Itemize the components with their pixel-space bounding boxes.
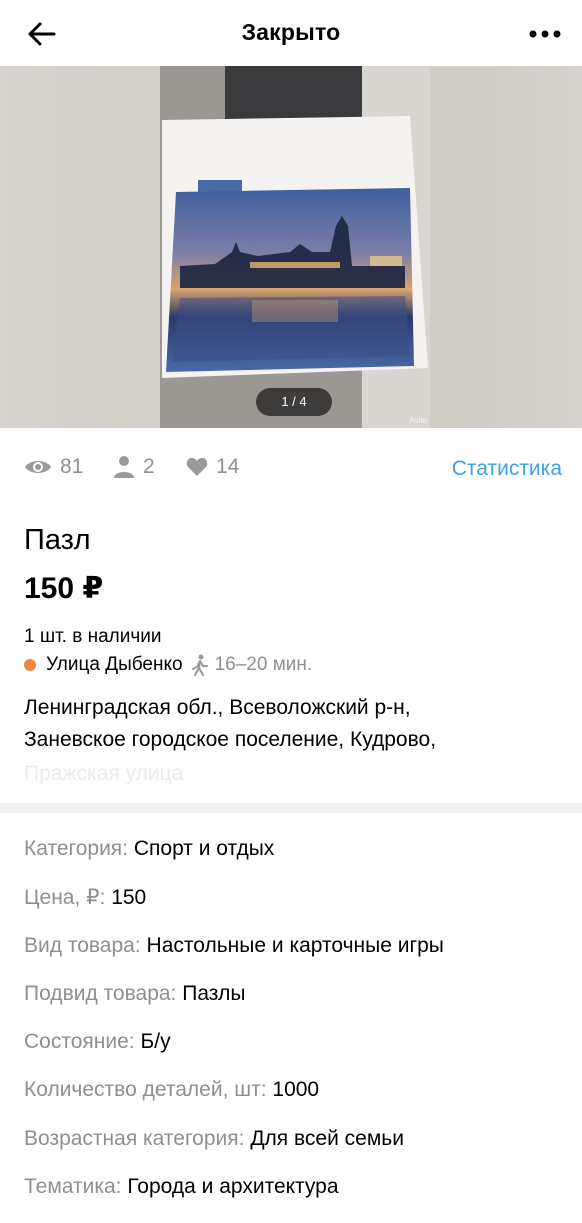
param-label: Количество деталей, шт: bbox=[24, 1078, 267, 1102]
photo-gallery[interactable]: 1 / 4 Avito bbox=[0, 66, 582, 428]
photo-counter: 1 / 4 bbox=[256, 388, 332, 416]
metro-line-dot-icon bbox=[24, 659, 36, 671]
avito-watermark: Avito bbox=[409, 416, 427, 425]
page-title: Закрыто bbox=[241, 19, 341, 45]
metro-station: Улица Дыбенко bbox=[46, 654, 183, 675]
params-list: Категория: Спорт и отдых Цена, ₽: 150 Ви… bbox=[24, 837, 574, 1223]
more-dots-icon bbox=[529, 30, 561, 38]
statistics-link[interactable]: Статистика bbox=[452, 457, 562, 481]
param-value: Спорт и отдых bbox=[133, 837, 275, 860]
param-row: Категория: Спорт и отдых bbox=[24, 837, 574, 885]
contacts-count: 2 bbox=[143, 455, 155, 478]
stats-row: 81 2 14 Статистика bbox=[0, 428, 582, 510]
param-row: Состояние: Б/у bbox=[24, 1030, 574, 1078]
views-count: 81 bbox=[60, 455, 84, 478]
param-label: Категория: bbox=[24, 837, 129, 860]
param-label: Вид товара: bbox=[24, 933, 141, 957]
address-line: Ленинградская обл., Всеволожский р-н, bbox=[24, 696, 411, 719]
favorites-stat: 14 bbox=[186, 455, 239, 479]
param-value: 1000 bbox=[272, 1078, 320, 1102]
param-value: Пазлы bbox=[182, 981, 246, 1005]
param-value: Города и архитектура bbox=[127, 1175, 339, 1199]
param-label: Цена, ₽: bbox=[24, 886, 106, 910]
walking-person-icon bbox=[191, 654, 208, 676]
more-button[interactable] bbox=[528, 22, 562, 46]
param-value: 150 bbox=[111, 886, 147, 910]
gallery-photo bbox=[0, 66, 582, 428]
param-label: Тематика: bbox=[24, 1175, 122, 1199]
person-icon bbox=[114, 456, 134, 478]
param-row: Цена, ₽: 150 bbox=[24, 885, 574, 933]
param-row: Тематика: Города и архитектура bbox=[24, 1175, 574, 1223]
address: Ленинградская обл., Всеволожский р-н, За… bbox=[24, 692, 564, 756]
heart-icon bbox=[186, 457, 208, 476]
param-row: Вид товара: Настольные и карточные игры bbox=[24, 934, 574, 982]
contacts-stat: 2 bbox=[113, 455, 155, 479]
address-line: Заневское городское поселение, Кудрово, bbox=[24, 728, 437, 751]
ad-price: 150 ₽ bbox=[24, 572, 104, 605]
param-value: Для всей семьи bbox=[250, 1126, 404, 1150]
top-bar: Закрыто bbox=[0, 0, 582, 66]
param-row: Количество деталей, шт: 1000 bbox=[24, 1078, 574, 1126]
param-row: Подвид товара: Пазлы bbox=[24, 982, 574, 1030]
param-label: Возрастная категория: bbox=[24, 1126, 245, 1150]
param-label: Состояние: bbox=[24, 1030, 135, 1054]
walk-time-label: 16–20 мин. bbox=[214, 654, 313, 675]
favorites-count: 14 bbox=[216, 455, 240, 478]
ad-title: Пазл bbox=[24, 524, 91, 556]
address-line-faded: Пражская улица bbox=[24, 762, 184, 785]
param-label: Подвид товара: bbox=[24, 981, 177, 1005]
walk-time: 16–20 мин. bbox=[191, 654, 313, 676]
stock-status: 1 шт. в наличии bbox=[24, 626, 162, 647]
views-stat: 81 bbox=[24, 455, 83, 479]
metro-info: Улица Дыбенко 16–20 мин. bbox=[24, 654, 312, 676]
param-row: Возрастная категория: Для всей семьи bbox=[24, 1127, 574, 1175]
param-value: Настольные и карточные игры bbox=[146, 933, 444, 957]
eye-icon bbox=[25, 461, 51, 473]
param-value: Б/у bbox=[140, 1030, 171, 1054]
section-divider bbox=[0, 803, 582, 813]
